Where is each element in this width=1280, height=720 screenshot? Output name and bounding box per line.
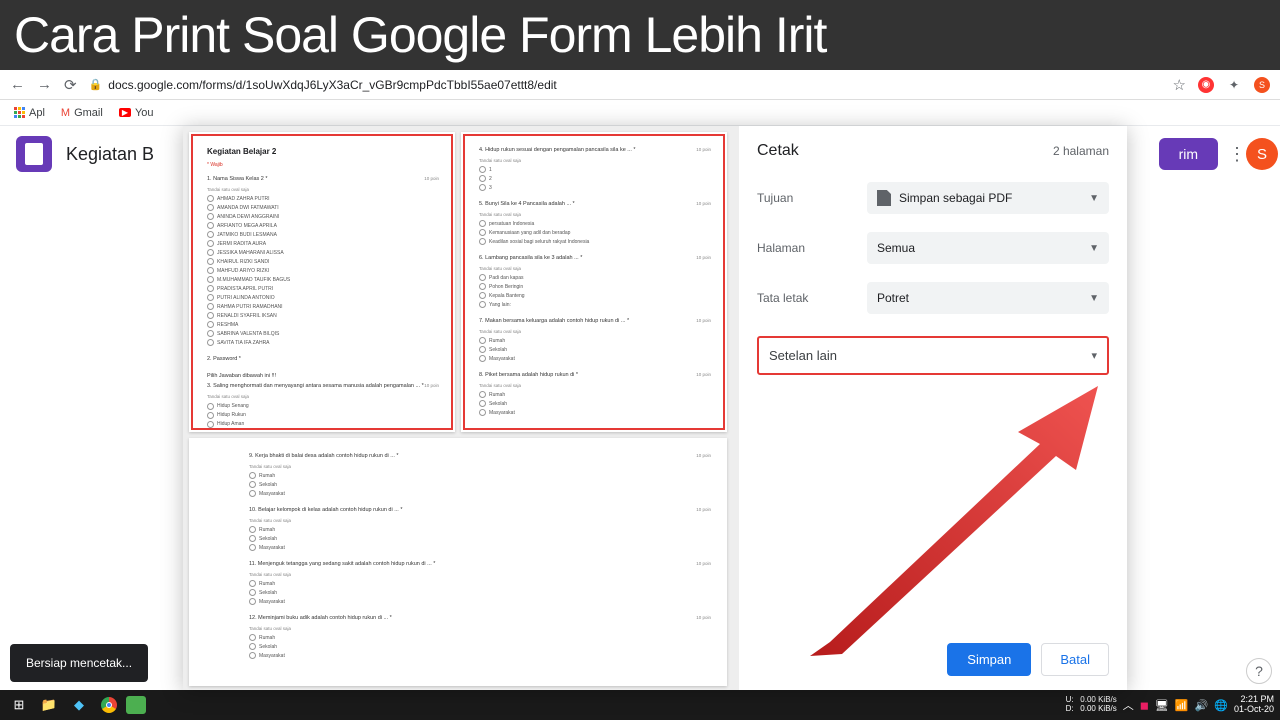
clock[interactable]: 2:21 PM01-Oct-20: [1234, 695, 1274, 715]
destination-select[interactable]: Simpan sebagai PDF▼: [867, 182, 1109, 214]
start-button[interactable]: ⊞: [6, 693, 32, 717]
extension-icon[interactable]: ◉: [1198, 77, 1214, 93]
reload-button[interactable]: ⟳: [64, 76, 77, 94]
url-text: docs.google.com/forms/d/1soUwXdqJ6LyX3aC…: [108, 78, 556, 92]
print-settings-pane: Cetak 2 halaman Tujuan Simpan sebagai PD…: [739, 126, 1127, 690]
star-icon[interactable]: ☆: [1173, 76, 1186, 94]
more-settings-toggle[interactable]: Setelan lain▾: [757, 336, 1109, 375]
pdf-icon: [877, 190, 891, 206]
network-speed: U: 0.00 KiB/s D: 0.00 KiB/s: [1066, 696, 1117, 714]
pages-select[interactable]: Semua▼: [867, 232, 1109, 264]
page-content: Kegiatan B rim ⋮ S Kegiatan Belajar 2 * …: [0, 126, 1280, 690]
wifi-icon[interactable]: 📶: [1175, 699, 1189, 712]
camtasia-icon[interactable]: [126, 696, 146, 714]
forward-button[interactable]: →: [37, 76, 52, 93]
chevron-down-icon: ▼: [1089, 193, 1099, 204]
preview-page-1: Kegiatan Belajar 2 * Wajib 10 poin1. Nam…: [189, 132, 455, 432]
windows-taskbar[interactable]: ⊞ 📁 ◆ U: 0.00 KiB/s D: 0.00 KiB/s ︿ ◼ 🖥 …: [0, 690, 1280, 720]
gmail-bookmark[interactable]: MGmail: [61, 107, 103, 119]
help-button[interactable]: ?: [1246, 658, 1272, 684]
chrome-icon[interactable]: [96, 693, 122, 717]
browser-toolbar: ← → ⟳ 🔒 docs.google.com/forms/d/1soUwXdq…: [0, 70, 1280, 100]
more-options-icon[interactable]: ⋮: [1228, 144, 1246, 165]
tray-chevron-icon[interactable]: ︿: [1123, 697, 1134, 713]
layout-select[interactable]: Potret▼: [867, 282, 1109, 314]
preview-page-3: 10 poin9. Kerja bhakti di balai desa ada…: [189, 438, 727, 686]
chevron-down-icon: ▼: [1089, 243, 1099, 254]
language-icon[interactable]: 🌐: [1214, 699, 1228, 712]
account-avatar[interactable]: S: [1246, 138, 1278, 170]
print-preview-pane[interactable]: Kegiatan Belajar 2 * Wajib 10 poin1. Nam…: [183, 126, 739, 690]
print-dialog: Kegiatan Belajar 2 * Wajib 10 poin1. Nam…: [183, 126, 1127, 690]
tray-app-icon[interactable]: ◼: [1140, 699, 1149, 712]
chevron-down-icon: ▼: [1089, 293, 1099, 304]
print-dialog-title: Cetak: [757, 142, 799, 160]
google-forms-icon[interactable]: [16, 136, 52, 172]
address-bar[interactable]: 🔒 docs.google.com/forms/d/1soUwXdqJ6LyX3…: [89, 78, 1161, 92]
tutorial-title-banner: Cara Print Soal Google Form Lebih Irit: [0, 0, 1280, 70]
save-button[interactable]: Simpan: [947, 643, 1031, 676]
form-title[interactable]: Kegiatan B: [66, 144, 154, 165]
cancel-button[interactable]: Batal: [1041, 643, 1109, 676]
app-icon[interactable]: ◆: [66, 693, 92, 717]
extensions-puzzle-icon[interactable]: ✦: [1226, 77, 1242, 93]
preview-page-2: 10 poin4. Hidup rukun sesuai dengan peng…: [461, 132, 727, 432]
chevron-down-icon: ▾: [1091, 349, 1097, 362]
file-explorer-icon[interactable]: 📁: [36, 693, 62, 717]
lock-icon: 🔒: [89, 78, 103, 91]
destination-label: Tujuan: [757, 191, 867, 205]
pages-label: Halaman: [757, 241, 867, 255]
volume-icon[interactable]: 🔊: [1195, 699, 1209, 712]
youtube-bookmark[interactable]: ▶You: [119, 107, 154, 119]
bookmarks-bar: Apl MGmail ▶You: [0, 100, 1280, 126]
apps-grid-icon: [14, 107, 25, 118]
page-count: 2 halaman: [1053, 144, 1109, 158]
profile-avatar[interactable]: S: [1254, 77, 1270, 93]
back-button[interactable]: ←: [10, 76, 25, 93]
send-button[interactable]: rim: [1159, 138, 1218, 170]
tray-monitor-icon[interactable]: 🖥: [1155, 699, 1169, 712]
printing-toast: Bersiap mencetak...: [10, 644, 148, 682]
layout-label: Tata letak: [757, 291, 867, 305]
apps-shortcut[interactable]: Apl: [14, 107, 45, 119]
